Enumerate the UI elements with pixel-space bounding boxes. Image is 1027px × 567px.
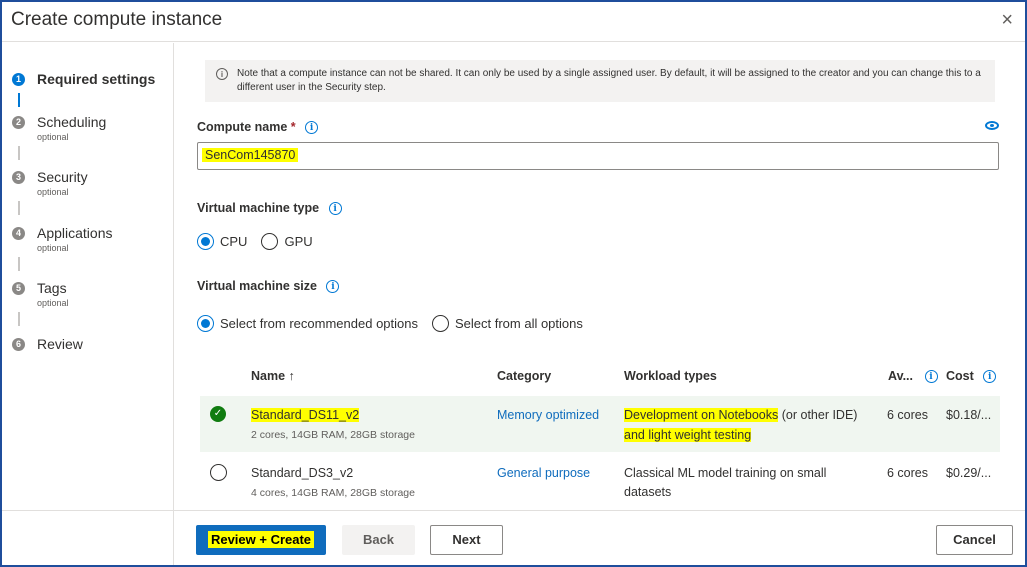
info-banner: i Note that a compute instance can not b…	[205, 60, 995, 102]
step-sublabel: optional	[37, 298, 69, 308]
vm-type-label: Virtual machine type i	[197, 201, 342, 215]
dialog-footer: Review + Create Back Next Cancel	[2, 510, 1025, 565]
row-specs: 2 cores, 14GB RAM, 28GB storage	[251, 429, 415, 441]
review-create-button[interactable]: Review + Create	[196, 525, 326, 555]
step-connector	[18, 201, 20, 215]
step-label: Required settings	[37, 71, 156, 87]
main-form: i Note that a compute instance can not b…	[175, 43, 1025, 508]
info-icon[interactable]: i	[924, 370, 938, 383]
info-icon: i	[216, 68, 228, 80]
row-available: 6 cores	[887, 466, 928, 480]
step-number-icon: 6	[12, 338, 25, 351]
compute-name-label-text: Compute name	[197, 120, 288, 134]
dialog-title: Create compute instance	[11, 9, 223, 30]
table-row[interactable]	[200, 396, 1000, 452]
step-label: Security	[37, 169, 88, 185]
step-sublabel: optional	[37, 132, 69, 142]
info-text: Note that a compute instance can not be …	[237, 68, 981, 93]
row-select-radio[interactable]	[210, 464, 227, 481]
row-category: General purpose	[497, 466, 591, 480]
step-number-icon: 5	[12, 282, 25, 295]
step-number-icon: 1	[12, 73, 25, 86]
row-workload-line2: datasets	[624, 485, 672, 499]
row-name: Standard_DS3_v2	[251, 466, 354, 480]
compute-name-value: SenCom145870	[202, 148, 299, 162]
required-marker: *	[290, 120, 296, 134]
vm-size-label: Virtual machine size i	[197, 279, 340, 293]
radio-all-options[interactable]	[431, 315, 449, 332]
info-icon[interactable]: i	[328, 202, 342, 215]
step-number-icon: 4	[12, 227, 25, 240]
step-connector	[18, 93, 20, 107]
radio-cpu[interactable]	[197, 233, 214, 250]
row-workload-line2-text: and light weight testing	[624, 428, 752, 442]
radio-gpu-label[interactable]: GPU	[284, 234, 312, 249]
vm-size-radio-group: Select from recommended options Select f…	[197, 315, 597, 332]
create-compute-dialog: Create compute instance × 1 Required set…	[0, 0, 1027, 567]
radio-all-options-label[interactable]: Select from all options	[455, 316, 583, 331]
col-header-available-text: Av...	[888, 369, 914, 383]
row-category: Memory optimized	[497, 408, 600, 422]
back-button[interactable]: Back	[342, 525, 415, 555]
row-workload-highlighted: Development on Notebooks	[624, 408, 779, 422]
checkmark-icon[interactable]: ✓	[210, 406, 226, 422]
row-cost: $0.29/...	[946, 466, 992, 480]
compute-name-label: Compute name * i	[197, 120, 319, 134]
wizard-steps: 1 Required settings 2 Scheduling optiona…	[2, 43, 174, 565]
radio-recommended[interactable]	[197, 315, 214, 332]
next-button[interactable]: Next	[430, 525, 503, 555]
eye-icon[interactable]	[985, 121, 999, 130]
step-label: Applications	[37, 225, 113, 241]
col-header-available[interactable]: Av... i	[888, 369, 938, 383]
info-icon[interactable]: i	[983, 370, 997, 383]
col-header-cost-text: Cost	[946, 369, 974, 383]
step-connector	[18, 312, 20, 326]
col-header-category[interactable]: Category	[497, 369, 551, 383]
row-workload: Classical ML model training on small	[624, 466, 827, 480]
step-number-icon: 2	[12, 116, 25, 129]
step-sublabel: optional	[37, 243, 69, 253]
row-workload-line2: and light weight testing	[624, 428, 752, 442]
step-connector	[18, 146, 20, 160]
vm-type-radio-group: CPU GPU	[197, 233, 327, 250]
step-label: Tags	[37, 280, 67, 296]
step-label: Review	[37, 336, 83, 352]
step-label: Scheduling	[37, 114, 107, 130]
row-name-text: Standard_DS11_v2	[251, 408, 360, 422]
compute-name-input[interactable]: SenCom145870	[197, 142, 999, 170]
info-icon[interactable]: i	[305, 121, 319, 134]
dialog-header: Create compute instance ×	[2, 2, 1025, 42]
step-connector	[18, 257, 20, 271]
review-create-label: Review + Create	[207, 531, 315, 548]
info-icon[interactable]: i	[326, 280, 340, 293]
step-sublabel: optional	[37, 187, 69, 197]
row-workload: Development on Notebooks (or other IDE)	[624, 408, 857, 422]
radio-cpu-label[interactable]: CPU	[220, 234, 247, 249]
row-available: 6 cores	[887, 408, 928, 422]
row-workload-rest: (or other IDE)	[778, 408, 858, 422]
cancel-button[interactable]: Cancel	[936, 525, 1013, 555]
vm-size-label-text: Virtual machine size	[197, 279, 317, 293]
radio-gpu[interactable]	[261, 233, 279, 250]
close-icon[interactable]: ×	[1001, 10, 1013, 30]
row-name: Standard_DS11_v2	[251, 408, 360, 422]
col-header-cost[interactable]: Cost i	[946, 369, 997, 383]
step-number-icon: 3	[12, 171, 25, 184]
row-cost: $0.18/...	[946, 408, 992, 422]
col-header-workload[interactable]: Workload types	[624, 369, 717, 383]
vm-type-label-text: Virtual machine type	[197, 201, 320, 215]
radio-recommended-label[interactable]: Select from recommended options	[220, 316, 418, 331]
row-specs: 4 cores, 14GB RAM, 28GB storage	[251, 487, 415, 499]
col-header-name[interactable]: Name ↑	[251, 369, 295, 383]
